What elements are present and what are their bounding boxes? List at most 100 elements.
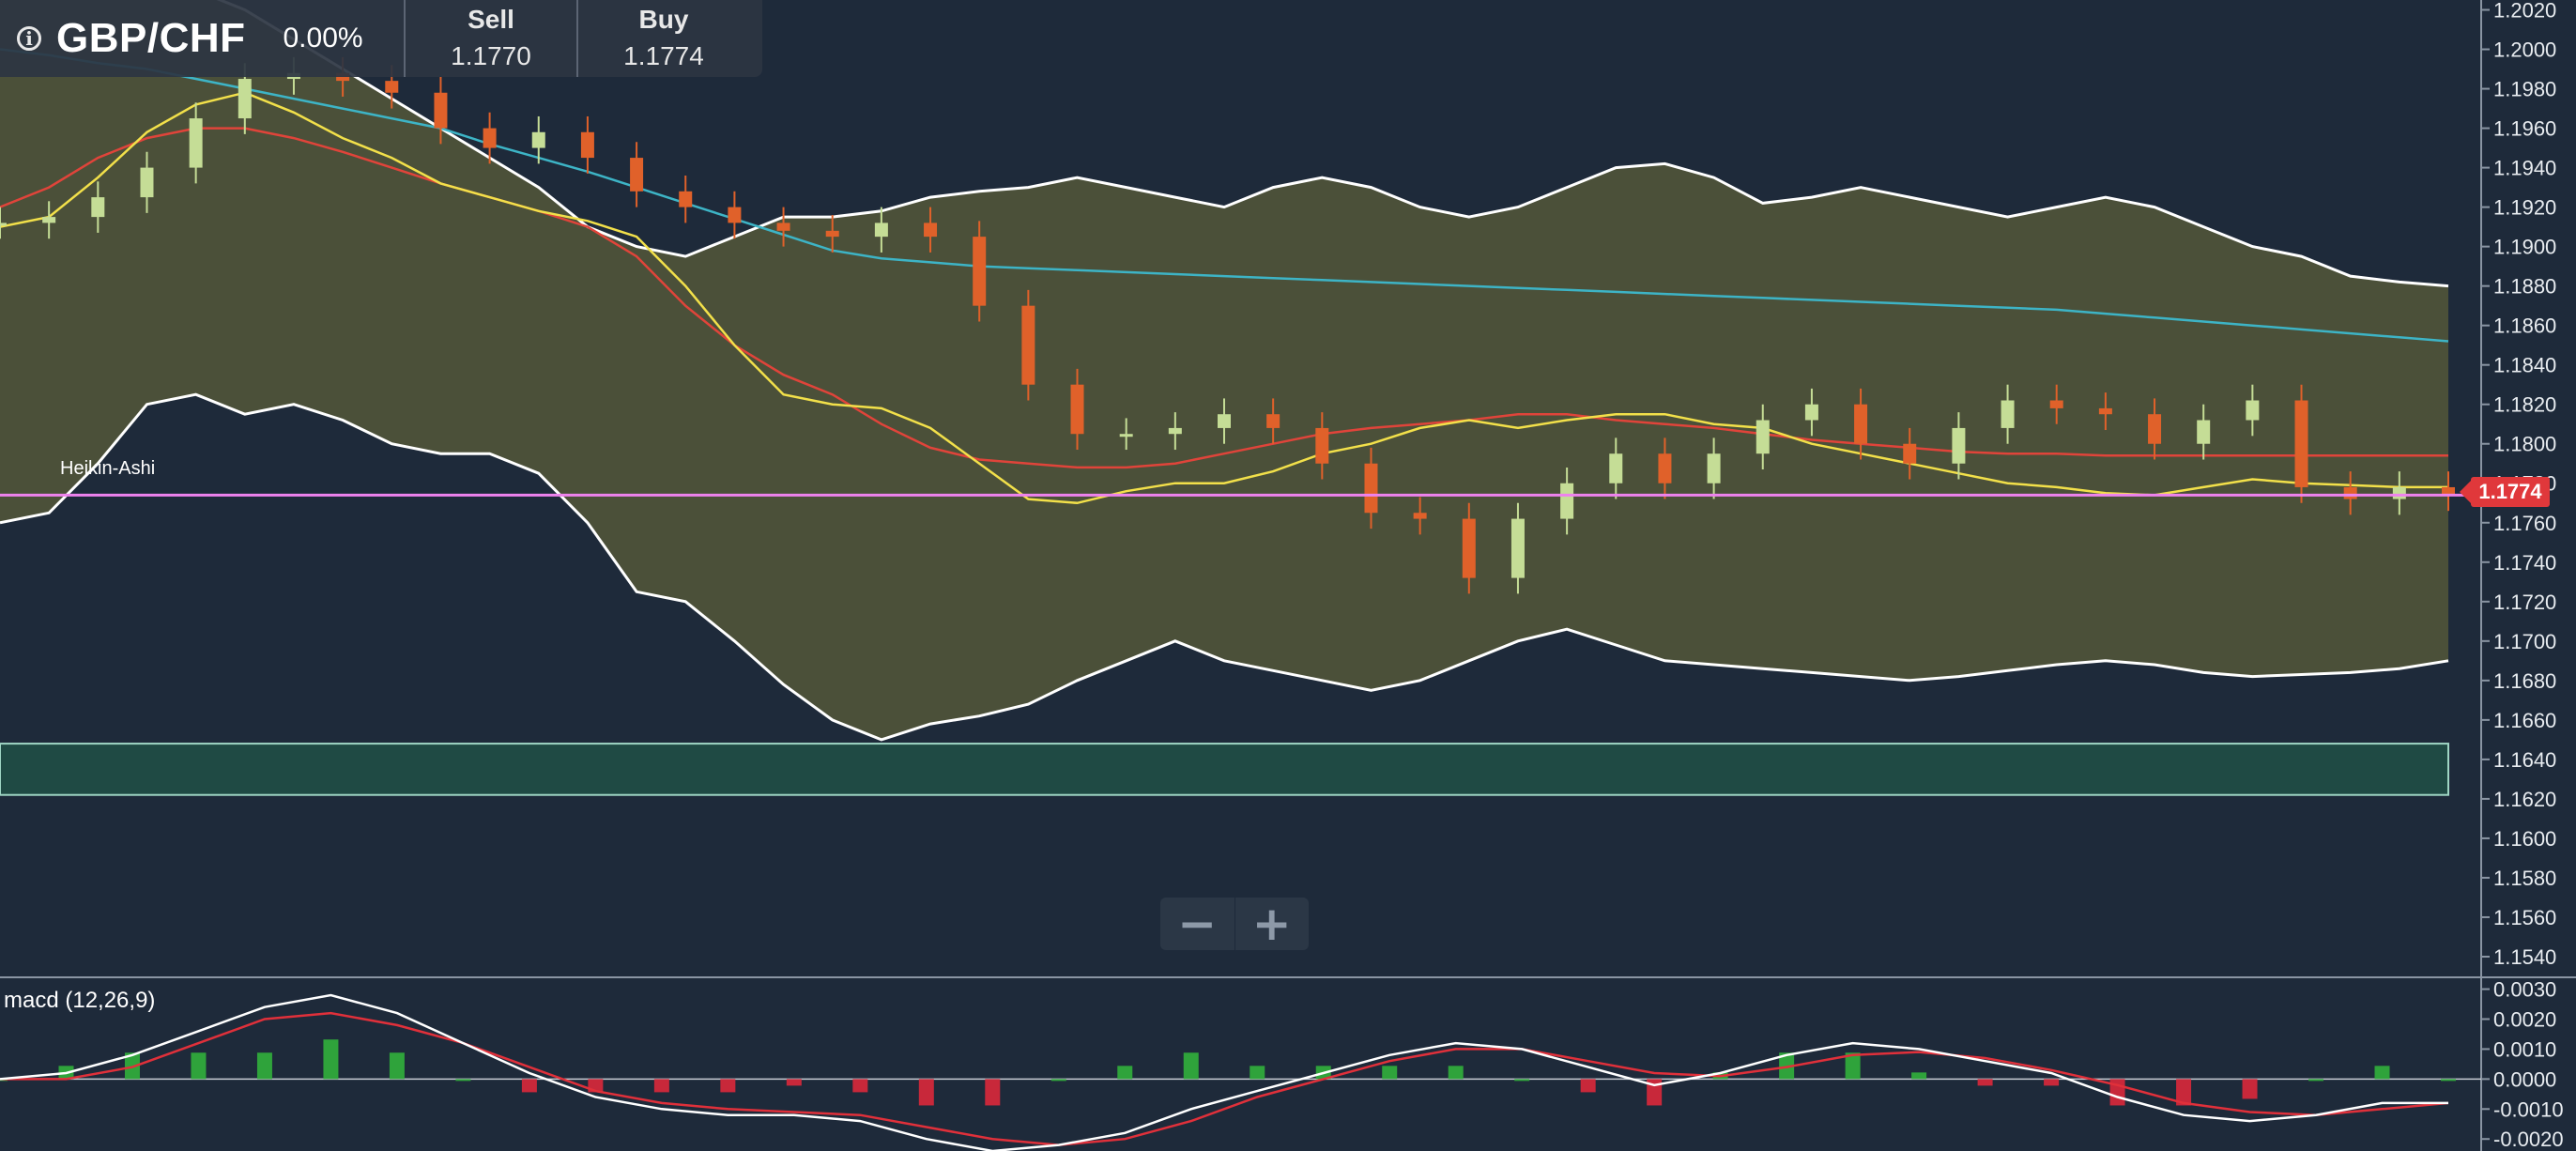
- price-axis-label: 1.1920: [2493, 196, 2556, 220]
- candle-body: [2049, 400, 2063, 408]
- macd-histogram-bar: [323, 1039, 339, 1080]
- candle-body: [1315, 427, 1329, 464]
- candle-body: [1364, 463, 1378, 514]
- candle-body: [1119, 434, 1133, 437]
- macd-histogram-bar: [2044, 1079, 2060, 1086]
- candle-body: [1266, 414, 1280, 428]
- macd-histogram-bar: [1977, 1079, 1993, 1086]
- macd-histogram-bar: [2242, 1079, 2258, 1099]
- macd-axis-label: -0.0020: [2493, 1128, 2564, 1151]
- candle-body: [776, 223, 790, 231]
- candle-body: [385, 81, 399, 93]
- candle-body: [2001, 400, 2015, 428]
- macd-histogram-bar: [191, 1052, 207, 1080]
- sell-price: 1.1770: [451, 41, 531, 70]
- candle-body: [973, 237, 987, 306]
- price-axis-label: 1.1980: [2493, 78, 2556, 101]
- price-change-percent: 0.00%: [283, 23, 363, 54]
- candle-body: [1413, 513, 1427, 519]
- macd-axis-label: 0.0020: [2493, 1008, 2556, 1032]
- candle-body: [1658, 453, 1672, 483]
- macd-histogram-bar: [2374, 1066, 2390, 1080]
- candle-body: [1804, 404, 1818, 421]
- macd-histogram-bar: [1117, 1066, 1133, 1080]
- candle-body: [1462, 518, 1476, 578]
- macd-histogram-bar: [256, 1052, 272, 1080]
- macd-histogram-bar: [1514, 1079, 1530, 1082]
- zoom-controls: − +: [1160, 897, 1310, 951]
- candle-body: [1168, 427, 1182, 435]
- macd-histogram-bar: [2308, 1079, 2324, 1082]
- sell-label: Sell: [468, 5, 514, 35]
- candle-body: [1756, 420, 1770, 454]
- price-axis-label: 1.1960: [2493, 117, 2556, 141]
- candle-body: [434, 92, 448, 129]
- candle-body: [189, 118, 203, 168]
- candle-body: [2148, 414, 2162, 444]
- macd-histogram-bar: [1250, 1066, 1265, 1080]
- candle-body: [1707, 453, 1721, 483]
- candle-body: [483, 128, 497, 148]
- zoom-in-button[interactable]: +: [1235, 897, 1310, 951]
- price-axis-label: 1.1840: [2493, 354, 2556, 377]
- candle-body: [2392, 486, 2406, 499]
- price-axis-label: 1.1860: [2493, 315, 2556, 338]
- price-axis-label: 1.1720: [2493, 591, 2556, 614]
- candle-body: [42, 217, 56, 223]
- price-axis-label: 1.1800: [2493, 433, 2556, 456]
- price-axis-label: 1.1560: [2493, 906, 2556, 929]
- macd-axis-label: 0.0010: [2493, 1037, 2556, 1061]
- instrument-header: i GBP/CHF 0.00% Sell 1.1770 Buy 1.1774: [0, 0, 762, 77]
- macd-histogram-bar: [1050, 1079, 1066, 1082]
- price-axis-label: 1.1540: [2493, 945, 2556, 969]
- price-axis-label: 1.1620: [2493, 788, 2556, 811]
- macd-axis-label: 0.0000: [2493, 1067, 2556, 1091]
- candle-body: [2098, 407, 2112, 415]
- macd-histogram-bar: [1448, 1066, 1464, 1080]
- price-axis-label: 1.1640: [2493, 748, 2556, 772]
- price-axis-label: 1.1700: [2493, 630, 2556, 653]
- candle-body: [0, 223, 7, 226]
- price-axis-label: 1.1900: [2493, 236, 2556, 259]
- candle-body: [2294, 400, 2308, 487]
- candle-body: [1609, 453, 1623, 483]
- price-chart[interactable]: 1.2020 1.2000 1.1980 1.1960 1.1940 1.1920 1.19…: [0, 0, 2576, 1151]
- info-icon[interactable]: i: [17, 26, 41, 51]
- current-price-tag: 1.1774: [2460, 477, 2550, 507]
- candle-body: [1218, 414, 1231, 428]
- support-zone: [0, 743, 2449, 796]
- candle-body: [630, 158, 644, 192]
- macd-histogram-bar: [521, 1079, 537, 1093]
- candle-body: [679, 191, 693, 207]
- candle-body: [91, 197, 105, 218]
- zoom-out-button[interactable]: −: [1160, 897, 1235, 951]
- candle-body: [1952, 427, 1966, 464]
- price-axis-label: 1.1880: [2493, 275, 2556, 299]
- price-axis-label: 1.1680: [2493, 669, 2556, 693]
- candle-body: [728, 207, 742, 223]
- candle-body: [2246, 400, 2260, 421]
- trading-app: 1.2020 1.2000 1.1980 1.1960 1.1940 1.1920 1.19…: [0, 0, 2576, 1151]
- heikin-ashi-label: Heikin-Ashi: [60, 458, 156, 479]
- candle-body: [1021, 305, 1035, 385]
- instrument-info: i GBP/CHF 0.00%: [0, 0, 404, 77]
- macd-axis-label: 0.0030: [2493, 978, 2556, 1002]
- buy-button[interactable]: Buy 1.1774: [576, 0, 749, 77]
- macd-histogram-bar: [1382, 1066, 1398, 1080]
- candle-body: [238, 79, 252, 119]
- macd-axis-label: -0.0010: [2493, 1097, 2564, 1121]
- candle-body: [2343, 486, 2357, 499]
- candle-body: [531, 131, 545, 148]
- macd-histogram-bar: [653, 1079, 669, 1093]
- macd-histogram-bar: [852, 1079, 868, 1093]
- price-axis-label: 1.1820: [2493, 393, 2556, 417]
- sell-button[interactable]: Sell 1.1770: [404, 0, 576, 77]
- candle-body: [924, 223, 938, 238]
- macd-histogram-bar: [720, 1079, 736, 1093]
- macd-histogram-bar: [786, 1079, 802, 1086]
- price-axis-label: 1.1580: [2493, 867, 2556, 890]
- macd-histogram-bar: [2441, 1079, 2456, 1082]
- price-axis-label: 1.1660: [2493, 709, 2556, 732]
- price-axis-label: 1.1940: [2493, 157, 2556, 180]
- macd-histogram-bar: [1911, 1072, 1927, 1080]
